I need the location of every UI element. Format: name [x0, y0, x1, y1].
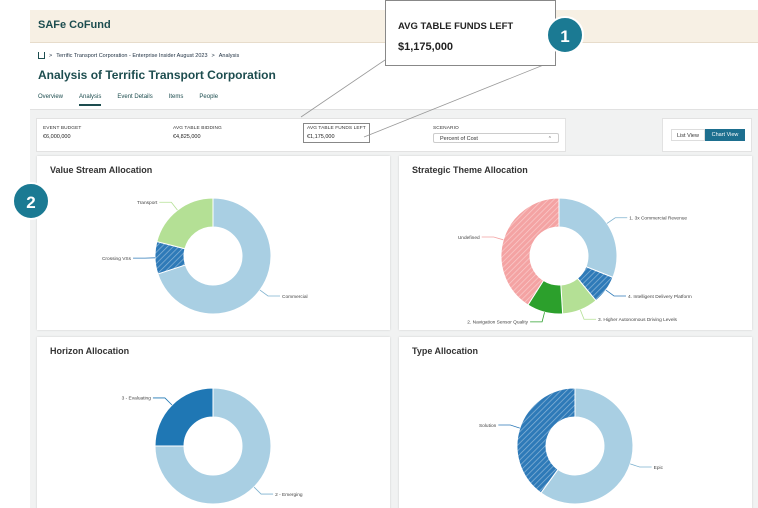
stat-value: €6,000,000 — [43, 134, 71, 140]
stat-label: AVG TABLE BIDDING — [173, 126, 222, 131]
leader-line — [253, 486, 274, 495]
chevron-up-down-icon: ⌃ — [547, 136, 552, 142]
stat-label: EVENT BUDGET — [43, 126, 82, 131]
app-window: SAFe CoFund > Terrific Transport Corpora… — [30, 10, 758, 508]
stat-value: €4,825,000 — [173, 134, 201, 140]
leader-line — [579, 309, 597, 320]
leader-line — [630, 463, 652, 468]
callout-value: $1,175,000 — [398, 41, 454, 53]
slice-label: Transport — [137, 200, 158, 206]
slice-label: Commercial — [282, 294, 308, 300]
stat-value: €1,175,000 — [307, 134, 335, 140]
leader-line — [530, 312, 545, 323]
chart-card-type: Type Allocation Epic Solution — [399, 337, 752, 508]
chart-card-strategic-theme: Strategic Theme Allocation 1. 3x Commerc… — [399, 156, 752, 330]
donut-chart: 1. 3x Commercial Revenue 4. Intelligent D… — [458, 197, 692, 326]
stat-label: AVG TABLE FUNDS LEFT — [307, 126, 366, 131]
slice-label: Solution — [479, 423, 497, 429]
pie-slice-3-evaluating[interactable] — [154, 387, 214, 447]
slice-label: 3 - Evaluating — [122, 396, 152, 402]
pie-slice-transport[interactable] — [156, 197, 214, 250]
step-badge-1: 1 — [546, 16, 584, 54]
stat-event-budget: EVENT BUDGET €6,000,000 — [43, 126, 81, 140]
leader-line — [606, 217, 628, 224]
chart-card-value-stream: Value Stream Allocation Commercial Crossi… — [37, 156, 390, 330]
stat-scenario: SCENARIO Percent of Cost ⌃ — [433, 126, 559, 143]
slice-label: 3. Higher Autonomous Driving Levels — [598, 317, 678, 323]
tab-bar: Overview Analysis Event Details Items Pe… — [38, 94, 218, 106]
slice-label: Undefined — [458, 235, 480, 241]
slice-label: Epic — [654, 465, 664, 471]
donut-chart: Commercial Crossing VSs Transport — [102, 197, 308, 315]
slice-label: Crossing VSs — [102, 256, 132, 262]
leader-line — [605, 289, 627, 297]
stat-avg-table-funds-left: AVG TABLE FUNDS LEFT €1,175,000 — [303, 123, 370, 143]
tab-analysis[interactable]: Analysis — [79, 94, 102, 106]
scenario-select[interactable]: Percent of Cost ⌃ — [433, 133, 559, 143]
breadcrumb-separator-icon: > — [49, 52, 53, 59]
leader-line — [259, 289, 281, 297]
stat-avg-table-bidding: AVG TABLE BIDDING €4,825,000 — [173, 126, 222, 140]
donut-chart: Epic Solution — [479, 387, 664, 505]
stats-bar: EVENT BUDGET €6,000,000 AVG TABLE BIDDIN… — [36, 118, 566, 152]
slice-label: 2. Navigation Sensor Quality — [467, 320, 528, 326]
slice-label: 4. Intelligent Delivery Platform — [628, 294, 692, 300]
chart-card-horizon: Horizon Allocation 2 - Emerging 3 - Evalu… — [37, 337, 390, 508]
chart-view-button[interactable]: Chart View — [705, 129, 745, 141]
pie-slice-1-3x-commercial-revenue[interactable] — [558, 197, 618, 279]
donut-chart: 2 - Emerging 3 - Evaluating — [122, 387, 303, 505]
breadcrumb-item-event[interactable]: Terrific Transport Corporation - Enterpr… — [56, 53, 207, 59]
page-title: Analysis of Terrific Transport Corporati… — [38, 68, 276, 82]
slice-label: 2 - Emerging — [275, 492, 303, 498]
scenario-value: Percent of Cost — [440, 136, 478, 142]
home-icon[interactable] — [38, 52, 45, 59]
list-view-button[interactable]: List View — [671, 129, 705, 141]
tab-overview[interactable]: Overview — [38, 94, 63, 106]
brand-name[interactable]: SAFe CoFund — [38, 19, 111, 31]
view-toggle: List View Chart View — [662, 118, 752, 152]
tab-event-details[interactable]: Event Details — [117, 94, 152, 106]
breadcrumb-item-analysis: Analysis — [218, 52, 240, 59]
tab-people[interactable]: People — [199, 94, 218, 106]
breadcrumb: > Terrific Transport Corporation - Enter… — [38, 52, 239, 59]
slice-label: 1. 3x Commercial Revenue — [629, 216, 687, 222]
callout-label: AVG TABLE FUNDS LEFT — [398, 21, 514, 32]
leader-line — [481, 236, 504, 241]
callout-box: AVG TABLE FUNDS LEFT $1,175,000 — [385, 0, 556, 66]
step-badge-2: 2 — [12, 182, 50, 220]
stat-label: SCENARIO — [433, 126, 459, 131]
tab-items[interactable]: Items — [169, 94, 184, 106]
leader-line — [152, 397, 173, 406]
leader-line — [498, 424, 520, 429]
breadcrumb-separator-icon: > — [211, 52, 215, 59]
leader-line — [159, 201, 178, 211]
